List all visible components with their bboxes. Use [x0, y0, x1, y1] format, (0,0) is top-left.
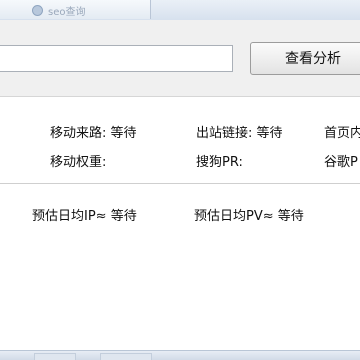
globe-icon — [32, 5, 43, 16]
mobile-weight-label: 移动权重: — [50, 155, 107, 170]
est-daily-pv-label: 预估日均PV≈ 等待 — [194, 209, 304, 224]
tab-label: seo查询 — [48, 7, 86, 18]
sogou-pr-label: 搜狗PR: — [196, 155, 243, 170]
tab-seo[interactable]: seo查询 — [0, 0, 151, 19]
status-segment — [34, 353, 76, 360]
mobile-source-label: 移动来路: 等待 — [50, 126, 137, 141]
homepage-label: 首页内 — [324, 126, 360, 141]
title-bar: seo查询 — [0, 0, 360, 21]
app-window: seo查询 查看分析 移动来路: 等待 出站链接: 等待 首页内 移动权重: 搜… — [0, 0, 360, 360]
status-segment — [100, 353, 152, 360]
outbound-links-label: 出站链接: 等待 — [196, 126, 283, 141]
toolbar: 查看分析 — [0, 20, 360, 97]
query-analyze-button[interactable]: 查看分析 — [250, 42, 360, 75]
url-input[interactable] — [0, 45, 233, 72]
est-daily-ip-label: 预估日均IP≈ 等待 — [32, 209, 137, 224]
google-pr-label: 谷歌P — [324, 155, 358, 170]
status-bar — [0, 350, 360, 360]
divider — [0, 183, 360, 184]
